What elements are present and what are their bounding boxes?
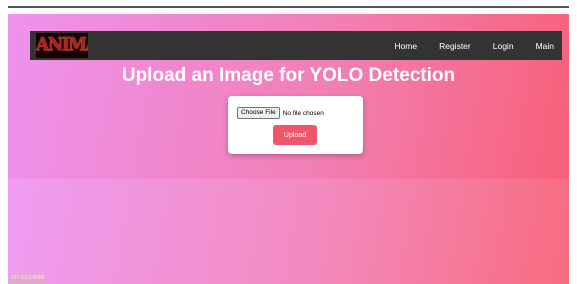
nav-link-main[interactable]: Main bbox=[536, 41, 554, 51]
upload-card: Choose File No file chosen Upload bbox=[228, 96, 363, 154]
lower-background-band bbox=[8, 179, 569, 284]
nav-link-login[interactable]: Login bbox=[493, 41, 514, 51]
animal-park-logo[interactable]: ANIMAL PARK bbox=[36, 33, 88, 58]
nav-links: Home Register Login Main bbox=[372, 31, 554, 60]
top-navbar: ANIMAL PARK Home Register Login Main bbox=[30, 31, 562, 60]
page-viewport: ANIMAL PARK Home Register Login Main Upl… bbox=[8, 14, 569, 284]
upload-button[interactable]: Upload bbox=[273, 125, 317, 145]
file-input[interactable]: Choose File No file chosen bbox=[237, 107, 324, 119]
nav-link-register[interactable]: Register bbox=[439, 41, 471, 51]
nav-link-home[interactable]: Home bbox=[394, 41, 417, 51]
status-url-badge: 127.0.0.1:5000 bbox=[9, 273, 47, 283]
top-divider bbox=[8, 6, 569, 8]
choose-file-button[interactable]: Choose File bbox=[237, 107, 280, 119]
file-status-text: No file chosen bbox=[282, 109, 324, 117]
page-title: Upload an Image for YOLO Detection bbox=[121, 65, 456, 86]
